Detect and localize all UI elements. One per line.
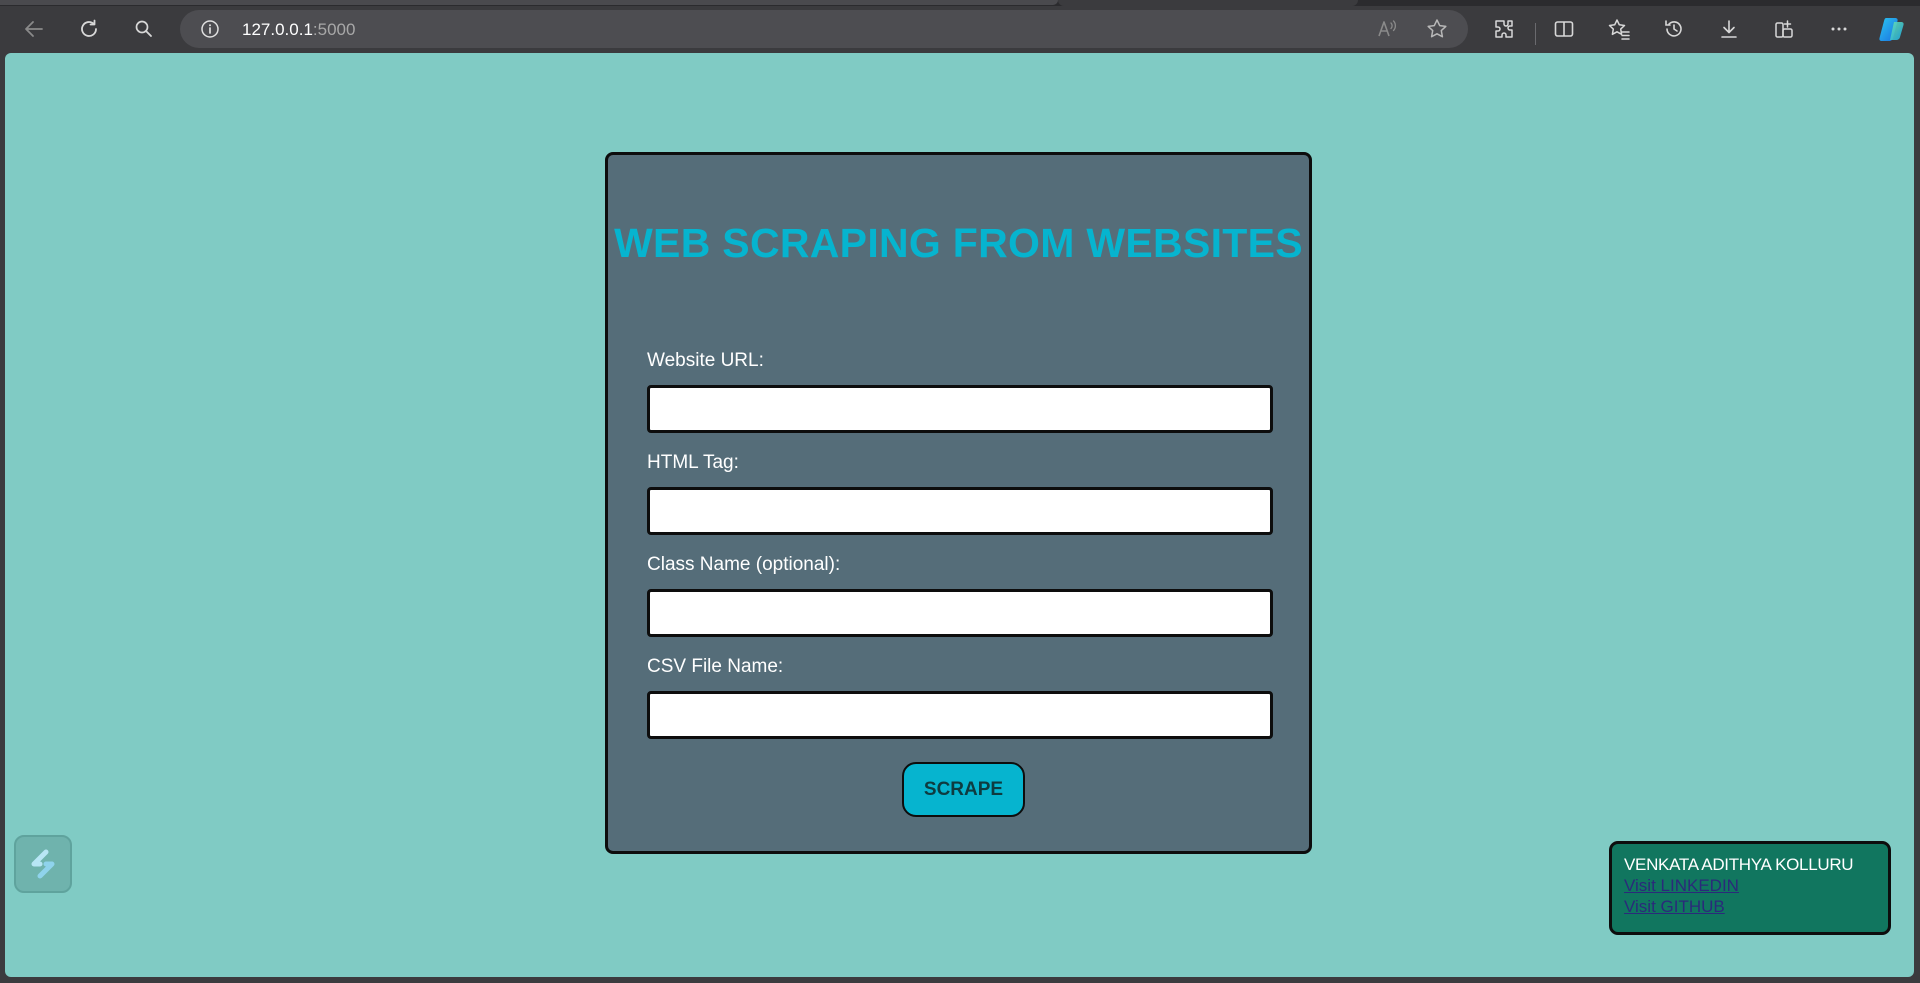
floating-s-widget-icon[interactable] — [14, 835, 72, 893]
back-icon[interactable] — [17, 12, 51, 46]
address-bar[interactable]: 127.0.0.1:5000 — [180, 10, 1468, 48]
read-aloud-icon[interactable] — [1376, 18, 1398, 45]
website-url-label: Website URL: — [647, 350, 764, 371]
scrape-button[interactable]: SCRAPE — [902, 762, 1025, 817]
html-tag-input[interactable] — [647, 487, 1273, 535]
favorite-star-icon[interactable] — [1425, 17, 1449, 46]
csv-file-name-input[interactable] — [647, 691, 1273, 739]
html-tag-label: HTML Tag: — [647, 452, 739, 473]
search-icon[interactable] — [127, 12, 161, 46]
site-info-icon[interactable] — [200, 19, 220, 39]
author-info-box: VENKATA ADITHYA KOLLURU Visit LINKEDIN V… — [1609, 841, 1891, 935]
linkedin-link[interactable]: Visit LINKEDIN — [1624, 875, 1888, 896]
downloads-icon[interactable] — [1712, 12, 1746, 46]
extensions-icon[interactable] — [1487, 12, 1521, 46]
tab-inactive[interactable] — [0, 0, 1058, 5]
address-url[interactable]: 127.0.0.1:5000 — [242, 20, 355, 40]
browser-window: 127.0.0.1:5000 WEB SCRAPING FROM WEBSITE… — [0, 0, 1920, 983]
url-port: :5000 — [312, 20, 356, 39]
refresh-icon[interactable] — [72, 12, 106, 46]
author-name: VENKATA ADITHYA KOLLURU — [1624, 855, 1854, 874]
csv-file-name-label: CSV File Name: — [647, 656, 784, 677]
website-url-input[interactable] — [647, 385, 1273, 433]
history-icon[interactable] — [1657, 12, 1691, 46]
github-link[interactable]: Visit GITHUB — [1624, 896, 1888, 917]
class-name-input[interactable] — [647, 589, 1273, 637]
page-title: WEB SCRAPING FROM WEBSITES — [614, 220, 1303, 266]
copilot-icon[interactable] — [1875, 12, 1909, 46]
url-host: 127.0.0.1 — [242, 20, 313, 39]
more-icon[interactable] — [1822, 12, 1856, 46]
collections-icon[interactable] — [1767, 12, 1801, 46]
browser-toolbar: 127.0.0.1:5000 — [0, 6, 1920, 52]
split-screen-icon[interactable] — [1547, 12, 1581, 46]
toolbar-divider — [1535, 23, 1536, 45]
page-viewport: WEB SCRAPING FROM WEBSITES Website URL: … — [5, 53, 1914, 977]
scrape-form-card: WEB SCRAPING FROM WEBSITES Website URL: … — [605, 152, 1312, 854]
class-name-label: Class Name (optional): — [647, 554, 841, 575]
favorites-icon[interactable] — [1602, 12, 1636, 46]
